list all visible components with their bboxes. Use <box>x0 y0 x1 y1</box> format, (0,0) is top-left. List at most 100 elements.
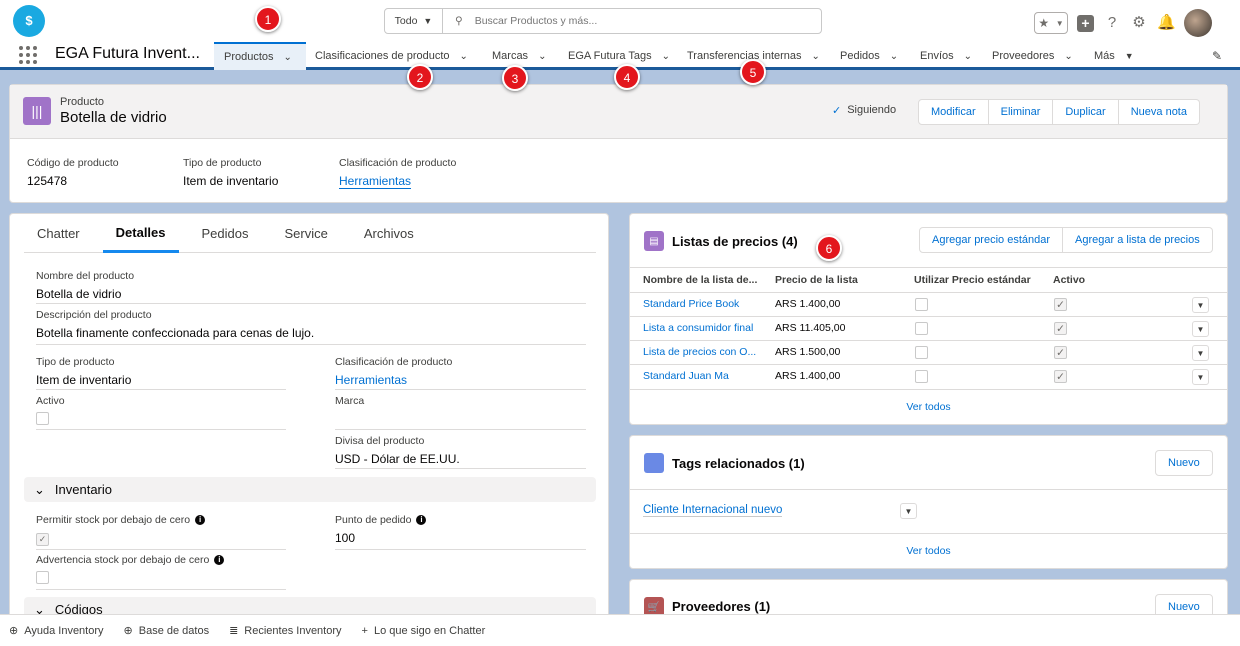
tab-files[interactable]: Archivos <box>351 214 427 253</box>
chevron-down-icon[interactable]: ⌄ <box>812 51 820 62</box>
user-avatar[interactable] <box>1184 9 1212 37</box>
delete-button[interactable]: Eliminar <box>988 99 1054 125</box>
table-row: Standard Price Book ARS 1.400,00 ✓ ▼ <box>630 292 1227 316</box>
utility-chatter[interactable]: + Lo que sigo en Chatter <box>362 625 486 637</box>
gear-icon[interactable]: ⚙ <box>1130 14 1148 32</box>
nav-item-envios[interactable]: Envíos ⌄ <box>920 42 972 70</box>
classification-link[interactable]: Herramientas <box>339 174 412 189</box>
bell-icon[interactable]: 🔔 <box>1157 14 1176 32</box>
card-title[interactable]: Tags relacionados (1) <box>672 456 805 471</box>
classification-link[interactable]: Herramientas <box>335 373 407 387</box>
field-product-type: Tipo de producto Item de inventario <box>36 356 286 390</box>
divider <box>630 267 1227 268</box>
field-label: Permitir stock por debajo de cero <box>36 514 191 526</box>
use-standard-checkbox <box>915 370 928 383</box>
row-actions-icon[interactable]: ▼ <box>1192 297 1209 313</box>
column-header-active[interactable]: Activo <box>1053 274 1085 286</box>
help-icon[interactable]: ? <box>1103 14 1121 32</box>
nav-item-clasificaciones[interactable]: Clasificaciones de producto ⌄ <box>315 42 468 70</box>
table-row: Lista a consumidor final ARS 11.405,00 ✓… <box>630 316 1227 340</box>
price-list-link[interactable]: Lista de precios con O... <box>643 346 756 358</box>
related-tags-card: Tags relacionados (1) Nuevo Cliente Inte… <box>629 435 1228 569</box>
info-icon[interactable]: i <box>214 555 225 565</box>
app-name: EGA Futura Invent... <box>55 45 200 62</box>
nav-item-pedidos[interactable]: Pedidos ⌄ <box>840 42 898 70</box>
row-actions-icon[interactable]: ▼ <box>1192 321 1209 337</box>
follow-button[interactable]: ✓ Siguiendo <box>832 104 896 117</box>
price-list-link[interactable]: Standard Price Book <box>643 298 739 310</box>
price-list-link[interactable]: Standard Juan Ma <box>643 370 729 382</box>
nav-item-productos[interactable]: Productos ⌄ <box>214 42 306 70</box>
section-inventory[interactable]: ⌄ Inventario <box>24 477 596 502</box>
app-logo[interactable]: $ <box>13 5 45 37</box>
tab-details[interactable]: Detalles <box>102 214 179 253</box>
global-actions-icon[interactable]: + <box>1077 14 1094 32</box>
utility-database[interactable]: ⊕ Base de datos <box>124 624 210 638</box>
search-scope-select[interactable]: Todo ▼ <box>385 9 443 33</box>
card-title[interactable]: Listas de precios (4) <box>672 234 798 249</box>
tab-service[interactable]: Service <box>272 214 341 253</box>
chevron-down-icon[interactable]: ⌄ <box>284 52 292 63</box>
row-actions-icon[interactable]: ▼ <box>1192 345 1209 361</box>
view-all-price-lists-link[interactable]: Ver todos <box>630 401 1227 413</box>
app-launcher-icon[interactable] <box>19 46 37 64</box>
nav-item-label: Marcas <box>492 50 529 62</box>
info-icon[interactable]: i <box>416 515 427 525</box>
edit-nav-icon[interactable]: ✎ <box>1212 49 1222 63</box>
field-brand: Marca <box>335 395 586 430</box>
add-to-price-list-button[interactable]: Agregar a lista de precios <box>1063 227 1213 253</box>
use-standard-checkbox <box>915 298 928 311</box>
tab-chatter[interactable]: Chatter <box>24 214 93 253</box>
modify-button[interactable]: Modificar <box>918 99 989 125</box>
chevron-down-icon[interactable]: ⌄ <box>964 51 972 62</box>
column-header-name[interactable]: Nombre de la lista de... <box>643 274 757 286</box>
field-currency: Divisa del producto USD - Dólar de EE.UU… <box>335 435 586 469</box>
highlight-product-code: Código de producto 125478 <box>27 157 119 188</box>
stack-icon: ≣ <box>229 625 239 637</box>
callout-badge: 5 <box>740 59 766 85</box>
chevron-down-icon[interactable]: ⌄ <box>662 51 670 62</box>
divider <box>630 533 1227 534</box>
record-tabs: Chatter Detalles Pedidos Service Archivo… <box>24 214 596 253</box>
field-active: Activo <box>36 395 286 430</box>
section-title: Inventario <box>54 482 112 497</box>
new-note-button[interactable]: Nueva nota <box>1118 99 1200 125</box>
utility-recent[interactable]: ≣ Recientes Inventory <box>229 624 341 638</box>
view-all-tags-link[interactable]: Ver todos <box>630 545 1227 557</box>
price-list-link[interactable]: Lista a consumidor final <box>643 322 753 334</box>
nav-item-label: Envíos <box>920 50 954 62</box>
nav-item-label: EGA Futura Tags <box>568 50 652 62</box>
column-header-use-standard[interactable]: Utilizar Precio estándar <box>914 274 1031 286</box>
chevron-down-icon[interactable]: ⌄ <box>460 51 468 62</box>
card-title[interactable]: Proveedores (1) <box>672 599 770 614</box>
callout-badge: 3 <box>502 65 528 91</box>
field-label: Descripción del producto <box>36 309 152 321</box>
column-header-price[interactable]: Precio de la lista <box>775 274 858 286</box>
nav-item-proveedores[interactable]: Proveedores ⌄ <box>992 42 1073 70</box>
field-label: Clasificación de producto <box>339 157 457 169</box>
utility-help[interactable]: ⊕ Ayuda Inventory <box>9 624 104 638</box>
row-actions-icon[interactable]: ▼ <box>900 503 917 519</box>
star-icon: ★ <box>1038 16 1050 30</box>
caret-down-icon: ▼ <box>423 16 433 26</box>
divider <box>630 389 1227 390</box>
chevron-down-icon[interactable]: ⌄ <box>890 51 898 62</box>
chevron-down-icon[interactable]: ⌄ <box>538 51 546 62</box>
nav-item-mas[interactable]: Más ▼ <box>1094 42 1134 70</box>
search-input[interactable] <box>474 15 795 27</box>
favorites-button[interactable]: ★ ▼ <box>1034 12 1068 34</box>
add-standard-price-button[interactable]: Agregar precio estándar <box>919 227 1064 253</box>
info-icon[interactable]: i <box>195 515 206 525</box>
nav-item-label: Proveedores <box>992 50 1055 62</box>
tab-orders[interactable]: Pedidos <box>189 214 262 253</box>
tag-link[interactable]: Cliente Internacional nuevo <box>643 504 783 517</box>
global-search: Todo ▼ ⚲ <box>384 8 822 34</box>
duplicate-button[interactable]: Duplicar <box>1053 99 1119 125</box>
caret-down-icon: ▼ <box>1055 18 1064 28</box>
row-actions-icon[interactable]: ▼ <box>1192 369 1209 385</box>
price-cell: ARS 1.500,00 <box>775 346 841 358</box>
chevron-down-icon[interactable]: ⌄ <box>1064 51 1072 62</box>
new-tag-button[interactable]: Nuevo <box>1155 450 1213 476</box>
record-header-top: ||| Producto Botella de vidrio ✓ Siguien… <box>10 85 1227 139</box>
table-row: Lista de precios con O... ARS 1.500,00 ✓… <box>630 340 1227 364</box>
